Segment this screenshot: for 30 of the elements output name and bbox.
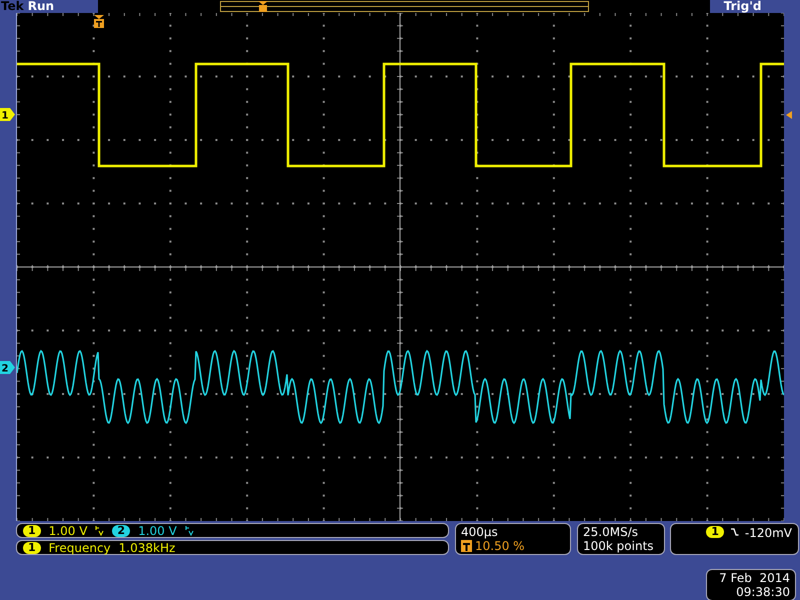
brand-label: Tek <box>1 0 24 13</box>
trigger-icon <box>461 540 472 552</box>
channel-marker[interactable]: 1 <box>0 108 15 121</box>
trigger-level-icon <box>786 111 792 119</box>
channel-marker[interactable]: 2 <box>0 361 15 374</box>
acquisition-readout[interactable]: 25.0MS/s 100k points <box>577 523 665 555</box>
trigger-position: 10.50 % <box>475 539 525 553</box>
volts-per-division: 1.00 V <box>48 524 88 538</box>
coupling-icon <box>95 525 104 536</box>
time-per-division: 400µs <box>461 525 498 539</box>
timebase-readout[interactable]: 400µs 10.50 % <box>455 523 571 555</box>
falling-edge-icon <box>730 526 739 538</box>
channel-badge: 1 <box>23 524 41 536</box>
trigger-readout[interactable]: 1 -120mV <box>670 523 799 555</box>
record-length: 100k points <box>583 539 654 553</box>
channel-badge: 1 <box>706 526 724 538</box>
coupling-icon <box>184 525 194 536</box>
sample-rate: 25.0MS/s <box>583 525 638 539</box>
channel-badge: 1 <box>23 542 41 554</box>
measurement-value: 1.038kHz <box>118 540 176 554</box>
trigger-status: Trig'd <box>724 0 762 13</box>
volts-per-division: 1.00 V <box>138 524 177 538</box>
trigger-level: -120mV <box>744 526 792 540</box>
time-label: 09:38:30 <box>736 585 790 599</box>
measurement-name: Frequency <box>48 540 111 554</box>
date-label: 7 Feb 2014 <box>719 571 790 585</box>
channel-readout[interactable]: 1 1.00 V 2 1.00 V <box>16 523 449 538</box>
channel-badge: 2 <box>112 524 130 536</box>
measurement-readout[interactable]: 1 Frequency 1.038kHz <box>16 540 449 555</box>
run-status: Run <box>28 0 56 13</box>
